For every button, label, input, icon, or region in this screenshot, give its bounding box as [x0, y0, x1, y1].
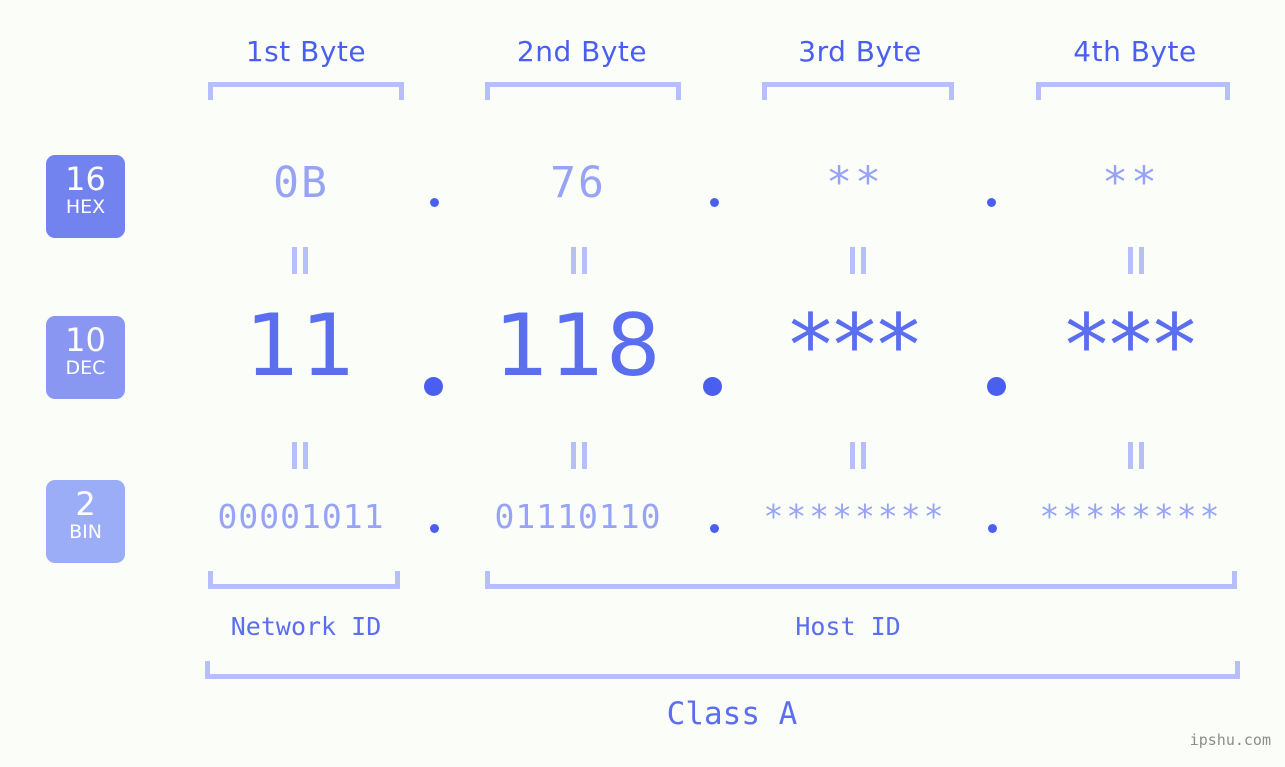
- base-badge-dec[interactable]: 10 DEC: [46, 316, 125, 399]
- hex-byte-2-value: 76: [550, 158, 606, 208]
- hex-separator-2: [710, 198, 719, 207]
- host-id-bracket: [485, 571, 1237, 589]
- bin-byte-3-value: ********: [763, 497, 947, 536]
- dec-byte-3-value: ***: [789, 296, 921, 396]
- base-badge-bin[interactable]: 2 BIN: [46, 480, 125, 563]
- equals-mark-dec-bin-3: [850, 442, 867, 469]
- hex-separator-3: [987, 198, 996, 207]
- equals-mark-hex-dec-3: [850, 247, 867, 274]
- byte-header-1: 1st Byte: [245, 35, 367, 68]
- ip-byte-diagram: 1st Byte 2nd Byte 3rd Byte 4th Byte 16 H…: [0, 0, 1285, 767]
- site-watermark: ipshu.com: [1189, 731, 1271, 749]
- base-badge-hex-unit: HEX: [65, 196, 106, 218]
- bin-separator-2: [710, 524, 719, 533]
- byte-header-2: 2nd Byte: [516, 35, 648, 68]
- byte-bracket-1: [208, 82, 404, 100]
- bin-byte-4-value: ********: [1039, 497, 1223, 536]
- dec-separator-2: [703, 377, 722, 396]
- dec-byte-4-value: ***: [1065, 296, 1197, 396]
- equals-mark-hex-dec-4: [1128, 247, 1145, 274]
- class-label: Class A: [666, 696, 798, 732]
- equals-mark-dec-bin-2: [571, 442, 588, 469]
- equals-mark-hex-dec-2: [571, 247, 588, 274]
- base-badge-hex[interactable]: 16 HEX: [46, 155, 125, 238]
- equals-mark-hex-dec-1: [292, 247, 309, 274]
- hex-byte-3-value: **: [826, 158, 884, 208]
- byte-header-3: 3rd Byte: [798, 35, 922, 68]
- dec-byte-1-value: 11: [245, 296, 357, 396]
- bin-separator-1: [430, 524, 439, 533]
- base-badge-dec-unit: DEC: [65, 357, 106, 379]
- base-badge-hex-number: 16: [65, 160, 106, 198]
- class-bracket: [205, 661, 1240, 679]
- network-id-label: Network ID: [230, 612, 382, 641]
- base-badge-bin-unit: BIN: [69, 521, 102, 543]
- equals-mark-dec-bin-1: [292, 442, 309, 469]
- dec-byte-2-value: 118: [494, 296, 662, 396]
- hex-separator-1: [430, 198, 439, 207]
- bin-byte-2-value: 01110110: [494, 497, 662, 536]
- byte-header-4: 4th Byte: [1073, 35, 1197, 68]
- host-id-label: Host ID: [795, 612, 901, 641]
- hex-byte-1-value: 0B: [273, 158, 329, 208]
- bin-separator-3: [988, 524, 997, 533]
- base-badge-dec-number: 10: [65, 321, 106, 359]
- byte-bracket-4: [1036, 82, 1230, 100]
- bin-byte-1-value: 00001011: [217, 497, 385, 536]
- network-id-bracket: [208, 571, 400, 589]
- dec-separator-3: [987, 377, 1006, 396]
- dec-separator-1: [424, 377, 443, 396]
- hex-byte-4-value: **: [1102, 158, 1160, 208]
- equals-mark-dec-bin-4: [1128, 442, 1145, 469]
- base-badge-bin-number: 2: [75, 485, 96, 523]
- byte-bracket-2: [485, 82, 681, 100]
- byte-bracket-3: [762, 82, 954, 100]
